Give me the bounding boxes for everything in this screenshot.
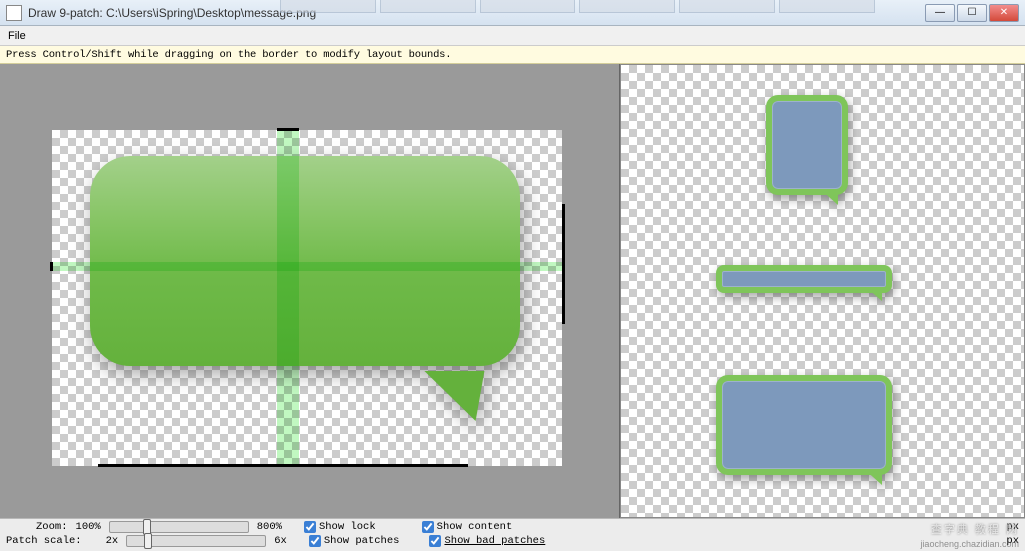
patch-slider-thumb[interactable] (144, 533, 152, 549)
title-text: Draw 9-patch: C:\Users\iSpring\Desktop\m… (28, 6, 316, 20)
main-area (0, 64, 1025, 518)
show-content-checkbox[interactable]: Show content (422, 521, 513, 533)
preview-horizontal (716, 265, 892, 293)
zoom-min: 100% (76, 521, 101, 533)
editor-pane[interactable] (0, 64, 620, 518)
menubar: File (0, 26, 1025, 46)
show-content-input[interactable] (422, 521, 434, 533)
show-patches-label: Show patches (324, 535, 400, 547)
info-text: Press Control/Shift while dragging on th… (6, 49, 451, 61)
show-lock-input[interactable] (304, 521, 316, 533)
preview-pane[interactable] (620, 64, 1025, 518)
show-patches-input[interactable] (309, 535, 321, 547)
preview-vertical (766, 95, 848, 195)
sub-watermark: jiaocheng.chazidian.com (920, 539, 1019, 549)
zoom-slider[interactable] (109, 521, 249, 533)
minimize-button[interactable]: — (925, 4, 955, 22)
show-bad-patches-label: Show bad patches (444, 535, 545, 547)
patch-max: 6x (274, 535, 287, 547)
info-strip: Press Control/Shift while dragging on th… (0, 46, 1025, 64)
show-lock-label: Show lock (319, 521, 376, 533)
background-tabs (280, 0, 875, 13)
show-bad-patches-checkbox[interactable]: Show bad patches (429, 535, 545, 547)
patch-scale-slider[interactable] (126, 535, 266, 547)
show-content-label: Show content (437, 521, 513, 533)
show-patches-checkbox[interactable]: Show patches (309, 535, 400, 547)
show-lock-checkbox[interactable]: Show lock (304, 521, 376, 533)
left-patch-handle[interactable] (50, 262, 53, 271)
watermark: 查字典 教程 网 (931, 521, 1019, 537)
edited-image[interactable] (90, 156, 520, 416)
top-patch-handle[interactable] (277, 128, 299, 131)
patch-min: 2x (106, 535, 119, 547)
app-icon (6, 5, 22, 21)
zoom-max: 800% (257, 521, 282, 533)
zoom-label: Zoom: (36, 521, 68, 533)
bottom-content-handle[interactable] (98, 464, 468, 467)
maximize-button[interactable]: ☐ (957, 4, 987, 22)
right-content-handle[interactable] (562, 204, 565, 324)
close-button[interactable]: ✕ (989, 4, 1019, 22)
menu-file[interactable]: File (8, 30, 26, 42)
patch-scale-label: Patch scale: (6, 535, 82, 547)
preview-both (716, 375, 892, 475)
bottom-toolbar: Zoom: 100% 800% Show lock Show content p… (0, 518, 1025, 551)
show-bad-patches-input[interactable] (429, 535, 441, 547)
